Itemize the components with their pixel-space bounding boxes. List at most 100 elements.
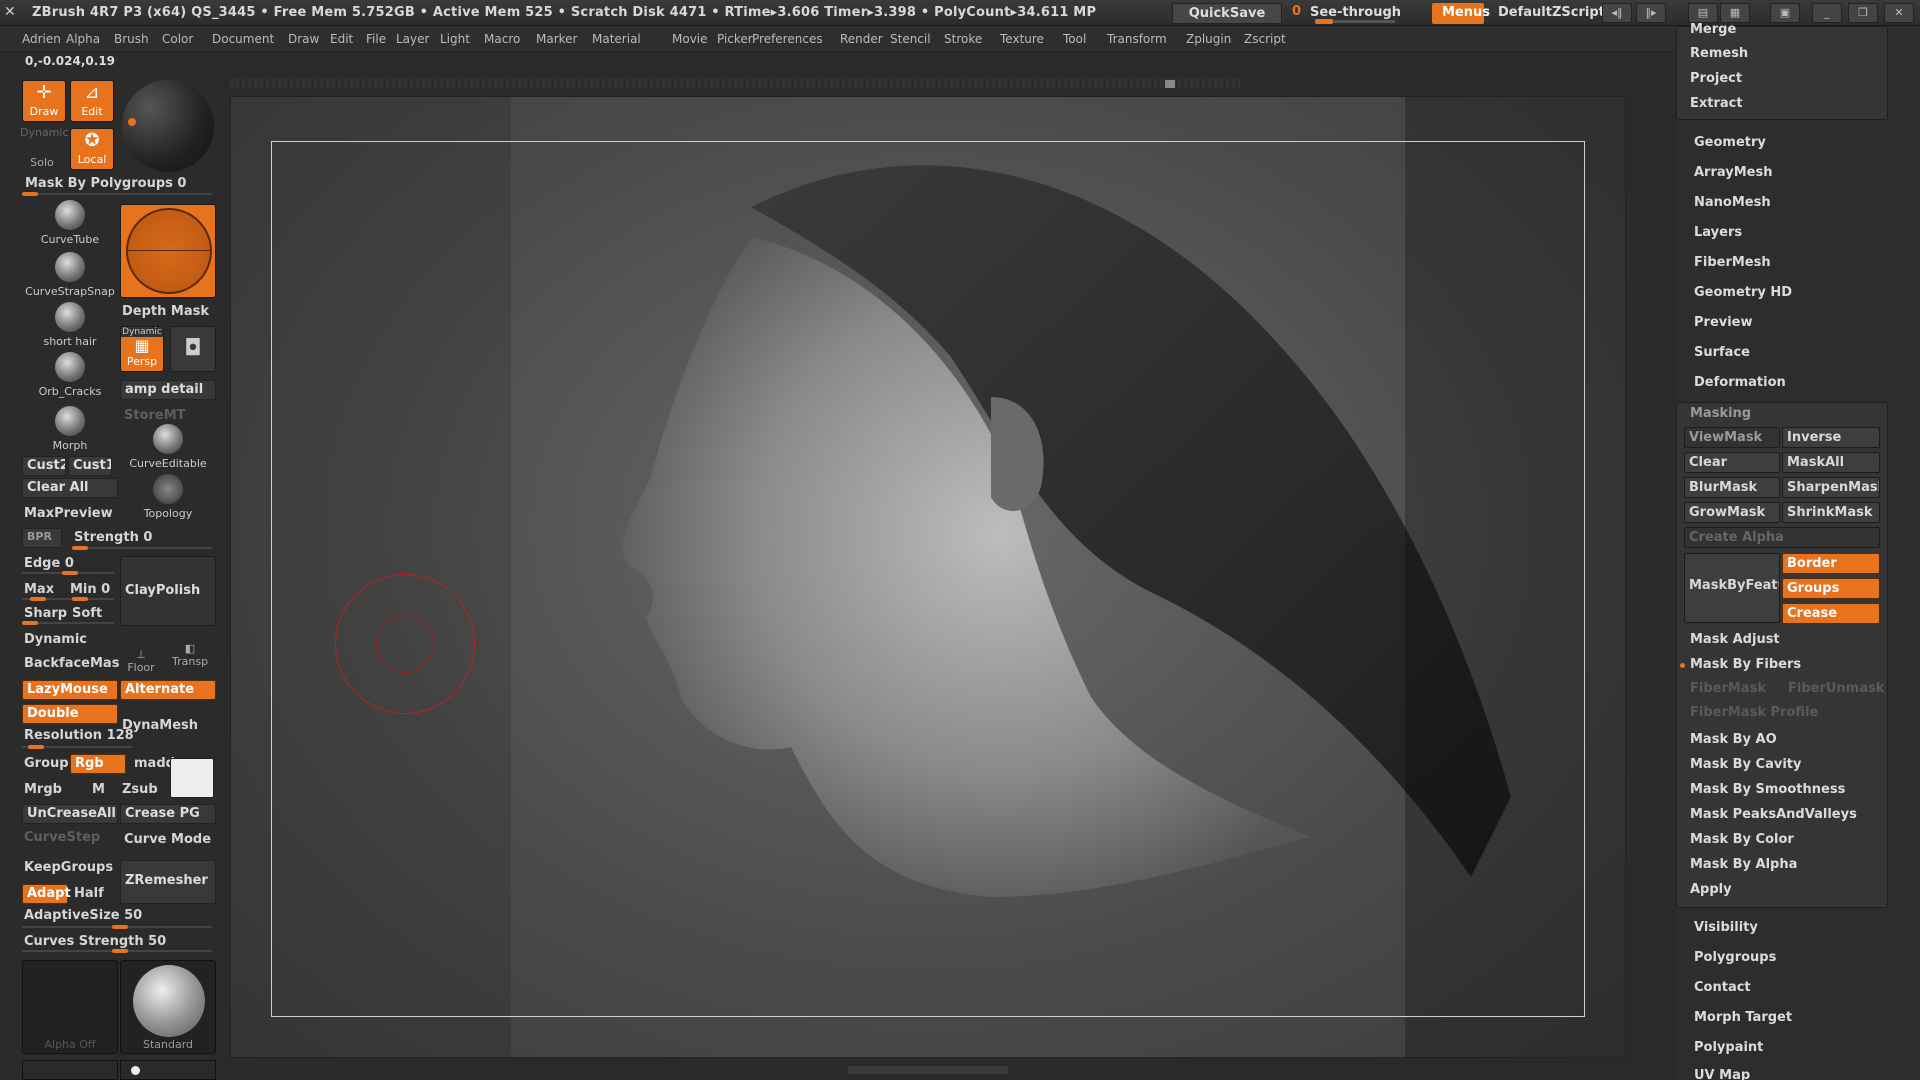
menu-preferences[interactable]: Preferences <box>752 32 823 46</box>
material-preview-sphere[interactable] <box>122 80 214 172</box>
bpr-button[interactable]: BPR <box>22 528 62 548</box>
mask-by-polygroups-slider[interactable]: Mask By Polygroups 0 <box>25 176 186 191</box>
scroll-right-icon[interactable]: ‖▸ <box>1636 3 1666 23</box>
crease-button[interactable]: Crease <box>1782 603 1880 624</box>
menu-transform[interactable]: Transform <box>1107 32 1167 46</box>
group-button[interactable]: Group <box>24 756 69 771</box>
blurmask-button[interactable]: BlurMask <box>1684 477 1780 498</box>
soft-slider[interactable]: Soft <box>72 606 102 621</box>
growmask-button[interactable]: GrowMask <box>1684 502 1780 523</box>
curvestep-slider[interactable]: CurveStep <box>24 830 100 845</box>
geometry-hd-section[interactable]: Geometry HD <box>1694 285 1792 300</box>
fibermesh-section[interactable]: FiberMesh <box>1694 255 1771 270</box>
claypolish-button[interactable]: ClayPolish <box>120 556 216 626</box>
canvas-viewport[interactable] <box>230 96 1626 1058</box>
min-slider[interactable]: Min 0 <box>70 582 110 597</box>
polygroups-section[interactable]: Polygroups <box>1694 950 1776 965</box>
mask-by-alpha-item[interactable]: Mask By Alpha <box>1690 857 1797 872</box>
quicksave-button[interactable]: QuickSave <box>1172 3 1282 24</box>
masking-title[interactable]: Masking <box>1690 406 1751 421</box>
half-button[interactable]: Half <box>74 886 104 901</box>
madd-button[interactable]: madd <box>134 756 175 771</box>
inverse-button[interactable]: Inverse <box>1782 427 1880 448</box>
close-icon[interactable]: ✕ <box>1884 3 1914 23</box>
curves-strength-knob[interactable] <box>112 949 128 953</box>
maskbyfeature-button[interactable]: MaskByFeatu <box>1684 553 1780 623</box>
seethrough-knob[interactable] <box>1315 19 1333 24</box>
edge-knob[interactable] <box>62 571 78 575</box>
menu-document[interactable]: Document <box>212 32 274 46</box>
project-item[interactable]: Project <box>1690 71 1742 86</box>
layers-section[interactable]: Layers <box>1694 225 1742 240</box>
resolution-knob[interactable] <box>28 745 44 749</box>
top-scrollbar[interactable] <box>230 78 1240 88</box>
fiberunmask-button[interactable]: FiberUnmask <box>1788 681 1884 696</box>
m-button[interactable]: M <box>92 782 105 797</box>
scroll-left-icon[interactable]: ◂‖ <box>1602 3 1632 23</box>
menu-texture[interactable]: Texture <box>1000 32 1044 46</box>
geometry-section[interactable]: Geometry <box>1694 135 1766 150</box>
floor-button[interactable]: ⊥ Floor <box>126 648 156 674</box>
uncreaseall-button[interactable]: UnCreaseAll <box>22 804 118 824</box>
seethrough-track[interactable] <box>1315 19 1395 24</box>
strength-track[interactable] <box>72 547 212 549</box>
rgb-button[interactable]: Rgb <box>70 754 126 774</box>
menu-render[interactable]: Render <box>840 32 883 46</box>
max-slider[interactable]: Max <box>24 582 54 597</box>
texture-slot[interactable] <box>22 1060 118 1080</box>
menu-stroke[interactable]: Stroke <box>944 32 982 46</box>
apply-item[interactable]: Apply <box>1690 882 1732 897</box>
double-button[interactable]: Double <box>22 704 118 724</box>
maxpreview-button[interactable]: MaxPreview <box>24 506 113 521</box>
menu-tool[interactable]: Tool <box>1063 32 1086 46</box>
lock-icon[interactable]: ▣ <box>1770 3 1800 23</box>
edit-button[interactable]: ⊿ Edit <box>70 80 114 122</box>
create-alpha-button[interactable]: Create Alpha <box>1684 527 1880 548</box>
extract-item[interactable]: Extract <box>1690 96 1743 111</box>
amp-detail-slider[interactable]: amp detail <box>120 380 216 400</box>
menu-zscript[interactable]: Zscript <box>1244 32 1286 46</box>
edge-slider[interactable]: Edge 0 <box>24 556 74 571</box>
adapt-button[interactable]: Adapt <box>22 884 71 904</box>
solo-button[interactable]: Solo <box>20 138 64 170</box>
menu-movie[interactable]: Movie <box>672 32 708 46</box>
mrgb-button[interactable]: Mrgb <box>24 782 62 797</box>
zsub-button[interactable]: Zsub <box>122 782 158 797</box>
persp-button[interactable]: Dynamic ▦ Persp <box>120 326 164 372</box>
menu-color[interactable]: Color <box>162 32 193 46</box>
fibermask-profile-item[interactable]: FiberMask Profile <box>1690 705 1818 720</box>
menu-light[interactable]: Light <box>440 32 470 46</box>
preview-section[interactable]: Preview <box>1694 315 1753 330</box>
menus-button[interactable]: Menus <box>1432 3 1490 24</box>
strength-knob[interactable] <box>72 546 88 550</box>
bottom-scrollbar[interactable] <box>848 1066 1008 1074</box>
groups-button[interactable]: Groups <box>1782 578 1880 599</box>
mask-by-polygroups-knob[interactable] <box>22 192 38 196</box>
menu-alpha[interactable]: Alpha <box>66 32 100 46</box>
menu-macro[interactable]: Macro <box>484 32 520 46</box>
sharp-knob[interactable] <box>22 621 38 625</box>
transp-button[interactable]: ◧ Transp <box>172 642 208 668</box>
polypaint-section[interactable]: Polypaint <box>1694 1040 1763 1055</box>
remesh-item[interactable]: Remesh <box>1690 46 1748 61</box>
minimize-icon[interactable]: _ <box>1812 3 1842 23</box>
menu-brush[interactable]: Brush <box>114 32 149 46</box>
menu-edit[interactable]: Edit <box>330 32 353 46</box>
brush-curvestrapsnap[interactable]: CurveStrapSnap <box>22 252 118 298</box>
curve-editable-button[interactable]: CurveEditable <box>118 424 218 470</box>
resolution-slider[interactable]: Resolution 128 <box>24 728 134 743</box>
depth-mask-dial[interactable] <box>120 204 216 298</box>
creasepg-button[interactable]: Crease PG <box>120 804 216 824</box>
morph-target-section[interactable]: Morph Target <box>1694 1010 1792 1025</box>
lazymouse-button[interactable]: LazyMouse <box>22 680 118 700</box>
zremesher-button[interactable]: ZRemesher <box>120 860 216 904</box>
menu-zplugin[interactable]: Zplugin <box>1186 32 1231 46</box>
top-scroll-thumb[interactable] <box>1165 80 1175 88</box>
adaptivesize-slider[interactable]: AdaptiveSize 50 <box>24 908 142 923</box>
mask-adjust-item[interactable]: Mask Adjust <box>1690 632 1780 647</box>
adaptivesize-knob[interactable] <box>112 925 128 929</box>
layout-alt-icon[interactable]: ▦ <box>1720 3 1750 23</box>
brush-orb-cracks[interactable]: Orb_Cracks <box>22 352 118 398</box>
mask-peaks-valleys-item[interactable]: Mask PeaksAndValleys <box>1690 807 1857 822</box>
brush-morph[interactable]: Morph <box>22 406 118 452</box>
